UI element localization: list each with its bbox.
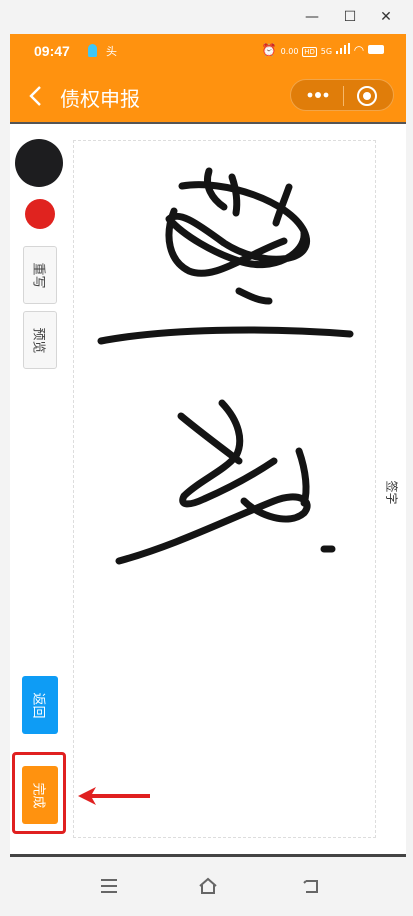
preview-label: 预览 [30,326,46,354]
battery-icon [368,45,384,54]
target-icon[interactable] [357,86,377,106]
window-title-bar: — ☐ ✕ [0,0,413,34]
app-notification-icon: 头 [106,45,117,58]
header-divider [10,122,406,124]
system-nav-bar [10,857,406,916]
back-icon[interactable] [301,875,323,897]
network-type: 5G [320,47,333,56]
chevron-left-icon[interactable] [24,84,48,108]
pen-color-black[interactable] [15,139,63,187]
preview-button[interactable]: 预览 [23,311,57,369]
mini-program-capsule [290,79,394,111]
phone-screen: 09:47 头 ⏰ 0.00 HD 5G ◠ 债权申报 重写 预览 签字 返回 … [10,34,406,916]
capsule-divider [343,86,344,106]
sign-label-text: 签字 [384,479,399,505]
home-icon[interactable] [197,875,219,897]
status-icons: ⏰ 0.00 HD 5G ◠ [262,43,384,57]
sign-label: 签字 [380,474,404,510]
menu-icon[interactable] [98,875,120,897]
close-icon[interactable]: ✕ [374,6,398,28]
signature-strokes [97,167,354,565]
rewrite-button[interactable]: 重写 [23,246,57,304]
highlight-box [12,752,66,834]
pointer-arrow-icon [78,787,150,805]
maximize-icon[interactable]: ☐ [338,6,362,28]
minimize-icon[interactable]: — [300,6,324,28]
signature-canvas[interactable] [73,140,376,838]
page-title: 债权申报 [60,87,140,111]
status-time: 09:47 [34,43,70,59]
alarm-icon: ⏰ [261,43,277,57]
status-bar: 09:47 头 ⏰ 0.00 HD 5G ◠ [10,34,406,68]
app-header: 09:47 头 ⏰ 0.00 HD 5G ◠ 债权申报 [10,34,406,122]
network-speed: 0.00 [280,47,299,56]
rewrite-label: 重写 [30,261,46,289]
signal-icon [335,43,350,54]
back-button[interactable]: 返回 [22,676,58,734]
more-dots-icon[interactable] [307,92,329,98]
wifi-icon: ◠ [353,43,365,57]
pen-color-red[interactable] [25,199,55,229]
hd-icon: HD [302,47,317,57]
notification-icon [88,44,97,57]
back-button-label: 返回 [30,691,46,719]
